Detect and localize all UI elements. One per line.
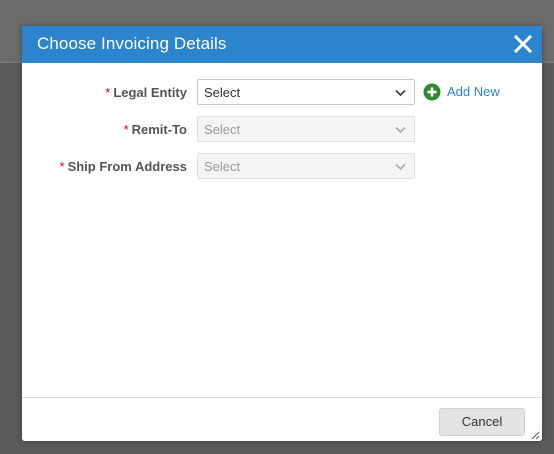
plus-circle-icon xyxy=(423,83,441,101)
legal-entity-label: * Legal Entity xyxy=(105,85,187,100)
chevron-down-icon xyxy=(395,163,406,171)
required-marker: * xyxy=(59,159,65,174)
close-button[interactable] xyxy=(510,30,536,58)
remit-to-label-text: Remit-To xyxy=(131,122,187,137)
required-marker: * xyxy=(105,85,111,100)
legal-entity-label-text: Legal Entity xyxy=(113,85,187,100)
legal-entity-select-value: Select xyxy=(204,85,241,100)
remit-to-select[interactable]: Select xyxy=(197,116,415,142)
cancel-button[interactable]: Cancel xyxy=(439,408,525,436)
dialog-footer: Cancel xyxy=(22,397,542,441)
required-marker: * xyxy=(123,122,129,137)
dialog-header: Choose Invoicing Details xyxy=(22,26,542,63)
ship-from-address-label-text: Ship From Address xyxy=(67,159,187,174)
legal-entity-select[interactable]: Select xyxy=(197,79,415,105)
remit-to-select-value: Select xyxy=(204,122,241,137)
field-row-remit-to: * Remit-To Select xyxy=(22,116,542,144)
field-row-ship-from-address: * Ship From Address Select xyxy=(22,153,542,181)
dialog-title: Choose Invoicing Details xyxy=(37,34,227,53)
chevron-down-icon xyxy=(395,89,406,97)
remit-to-label: * Remit-To xyxy=(124,122,187,137)
field-row-legal-entity: * Legal Entity Select Add New xyxy=(22,79,542,107)
close-icon xyxy=(513,34,533,54)
ship-from-address-select[interactable]: Select xyxy=(197,153,415,179)
ship-from-address-select-value: Select xyxy=(204,159,241,174)
resize-grip-icon[interactable] xyxy=(528,428,540,440)
add-new-label: Add New xyxy=(447,84,500,99)
chevron-down-icon xyxy=(395,126,406,134)
invoicing-details-dialog: Choose Invoicing Details * Legal Entity S… xyxy=(22,26,542,441)
ship-from-address-label: * Ship From Address xyxy=(60,159,188,174)
